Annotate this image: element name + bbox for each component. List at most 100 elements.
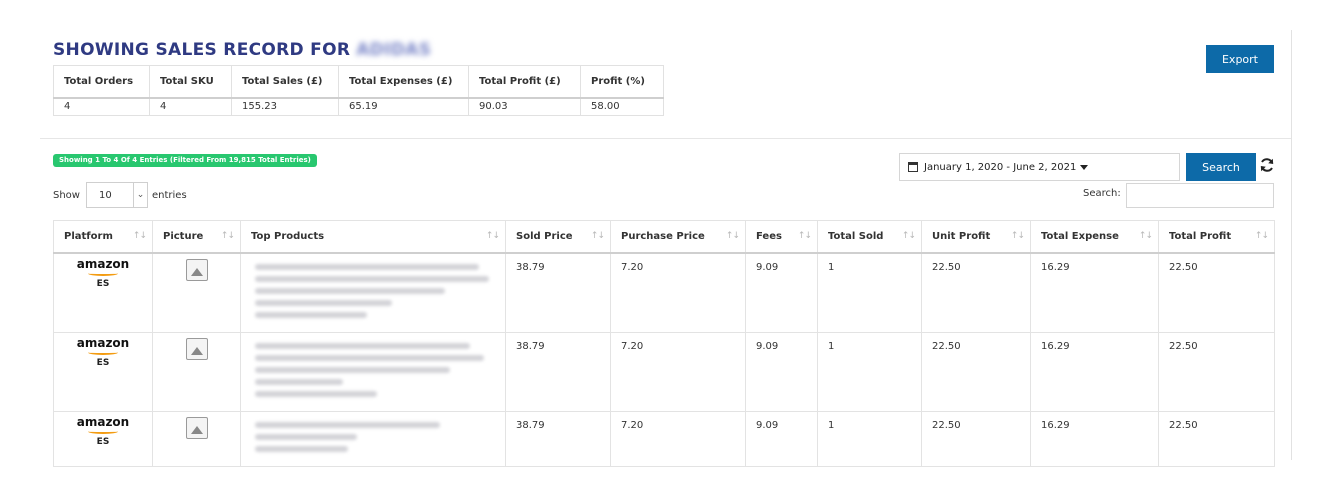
calendar-icon: [908, 162, 918, 172]
column-header-purchase-price[interactable]: Purchase Price ↑↓: [610, 220, 746, 254]
platform-cell: amazon ES: [53, 410, 153, 467]
column-header-label: Picture: [163, 230, 204, 242]
date-range-value: January 1, 2020 - June 2, 2021: [924, 161, 1077, 173]
column-header-label: Total Expense: [1041, 230, 1119, 242]
amazon-logo: amazon: [76, 414, 130, 429]
sold-price-cell: 38.79: [505, 252, 611, 333]
summary-header: Total Orders: [53, 65, 150, 99]
amazon-smile-icon: [88, 350, 118, 355]
refresh-icon[interactable]: [1259, 157, 1275, 173]
summary-total-orders: 4: [53, 97, 150, 116]
column-header-label: Top Products: [251, 230, 325, 242]
product-cell-redacted: [240, 252, 506, 333]
summary-total-sku: 4: [149, 97, 232, 116]
summary-header: Total Profit (£): [468, 65, 581, 99]
platform-cell: amazon ES: [53, 331, 153, 412]
sort-icon: ↑↓: [1010, 231, 1025, 241]
column-header-label: Total Sold: [828, 230, 884, 242]
sort-icon: ↑↓: [485, 231, 500, 241]
amazon-smile-icon: [88, 429, 118, 434]
page-length-value: 10: [98, 189, 112, 201]
summary-profit-percent: 58.00: [580, 97, 664, 116]
sales-records-table: Platform ↑↓ Picture ↑↓ Top Products ↑↓ Sold…: [53, 220, 1275, 467]
date-range-picker[interactable]: January 1, 2020 - June 2, 2021: [899, 153, 1180, 181]
page-title-prefix: SHOWING SALES RECORD FOR: [53, 40, 351, 60]
image-placeholder-icon: [185, 258, 208, 281]
sort-icon: ↑↓: [797, 231, 812, 241]
fees-cell: 9.09: [745, 331, 818, 412]
sort-icon: ↑↓: [220, 231, 235, 241]
total-profit-cell: 22.50: [1158, 252, 1275, 333]
sort-icon: ↑↓: [590, 231, 605, 241]
sold-price-cell: 38.79: [505, 410, 611, 467]
sort-icon: ↑↓: [1138, 231, 1153, 241]
summary-total-expenses: 65.19: [338, 97, 469, 116]
search-label: Search:: [1083, 188, 1121, 199]
column-header-label: Fees: [756, 230, 782, 242]
purchase-price-cell: 7.20: [610, 252, 746, 333]
total-sold-cell: 1: [817, 331, 922, 412]
column-header-label: Sold Price: [516, 230, 573, 242]
marketplace-code: ES: [96, 278, 110, 289]
column-header-total-expense[interactable]: Total Expense ↑↓: [1030, 220, 1159, 254]
fees-cell: 9.09: [745, 410, 818, 467]
entries-info-badge: Showing 1 To 4 Of 4 Entries (Filtered Fr…: [53, 154, 317, 167]
image-placeholder-icon: [185, 416, 208, 439]
table-search-input[interactable]: [1126, 183, 1274, 208]
picture-cell: [152, 331, 241, 412]
sales-summary-table: Total Orders Total SKU Total Sales (£) T…: [53, 65, 664, 116]
column-header-unit-profit[interactable]: Unit Profit ↑↓: [921, 220, 1031, 254]
unit-profit-cell: 22.50: [921, 331, 1031, 412]
total-profit-cell: 22.50: [1158, 331, 1275, 412]
purchase-price-cell: 7.20: [610, 410, 746, 467]
column-header-label: Total Profit: [1169, 230, 1232, 242]
sort-icon: ↑↓: [132, 231, 147, 241]
column-header-platform[interactable]: Platform ↑↓: [53, 220, 153, 254]
summary-header: Total Sales (£): [231, 65, 339, 99]
page-right-border: [1291, 30, 1292, 460]
page-title: SHOWING SALES RECORD FOR ADIDAS: [53, 40, 431, 60]
summary-header: Profit (%): [580, 65, 664, 99]
store-name-redacted: ADIDAS: [356, 40, 432, 60]
column-header-fees[interactable]: Fees ↑↓: [745, 220, 818, 254]
page-length-control: Show 10 ⌄ entries: [53, 182, 187, 208]
entries-label: entries: [151, 189, 187, 201]
search-button[interactable]: Search: [1186, 153, 1256, 181]
total-sold-cell: 1: [817, 252, 922, 333]
unit-profit-cell: 22.50: [921, 410, 1031, 467]
marketplace-code: ES: [96, 357, 110, 368]
column-header-label: Platform: [64, 230, 113, 242]
table-row: amazon ES 38.79 7.20 9.09 1 22.50 16.29 …: [53, 331, 1275, 412]
table-row: amazon ES 38.79 7.20 9.09 1 22.50 16.29 …: [53, 410, 1275, 467]
picture-cell: [152, 410, 241, 467]
platform-cell: amazon ES: [53, 252, 153, 333]
marketplace-code: ES: [96, 436, 110, 447]
column-header-total-profit[interactable]: Total Profit ↑↓: [1158, 220, 1275, 254]
column-header-picture[interactable]: Picture ↑↓: [152, 220, 241, 254]
column-header-label: Purchase Price: [621, 230, 705, 242]
sort-icon: ↑↓: [725, 231, 740, 241]
summary-header: Total Expenses (£): [338, 65, 469, 99]
fees-cell: 9.09: [745, 252, 818, 333]
sort-icon: ↑↓: [901, 231, 916, 241]
export-button[interactable]: Export: [1206, 45, 1274, 73]
amazon-logo: amazon: [76, 335, 130, 350]
show-label: Show: [53, 189, 80, 201]
page-length-select[interactable]: 10 ⌄: [85, 182, 148, 208]
picture-cell: [152, 252, 241, 333]
summary-header: Total SKU: [149, 65, 232, 99]
chevron-down-icon: ⌄: [132, 183, 147, 207]
amazon-smile-icon: [88, 271, 118, 276]
sold-price-cell: 38.79: [505, 331, 611, 412]
column-header-sold-price[interactable]: Sold Price ↑↓: [505, 220, 611, 254]
column-header-total-sold[interactable]: Total Sold ↑↓: [817, 220, 922, 254]
unit-profit-cell: 22.50: [921, 252, 1031, 333]
sort-icon: ↑↓: [1254, 231, 1269, 241]
total-expense-cell: 16.29: [1030, 410, 1159, 467]
product-cell-redacted: [240, 331, 506, 412]
column-header-label: Unit Profit: [932, 230, 991, 242]
total-profit-cell: 22.50: [1158, 410, 1275, 467]
amazon-logo: amazon: [76, 256, 130, 271]
column-header-top-products[interactable]: Top Products ↑↓: [240, 220, 506, 254]
summary-total-profit: 90.03: [468, 97, 581, 116]
